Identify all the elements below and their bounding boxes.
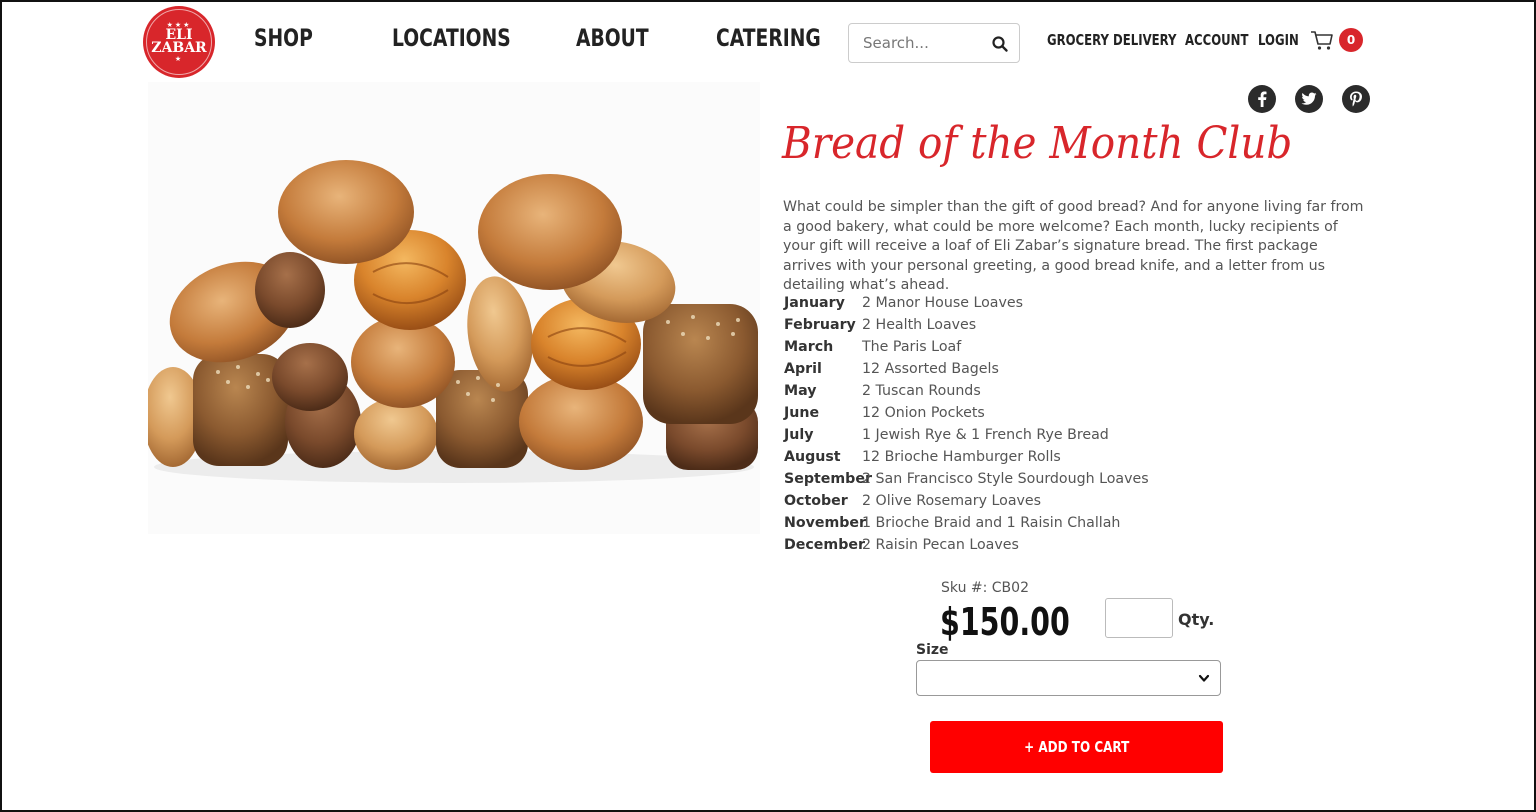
- schedule-month: September: [784, 471, 872, 487]
- schedule-month: March: [784, 339, 834, 355]
- schedule-item: 1 Jewish Rye & 1 French Rye Bread: [862, 427, 1109, 443]
- schedule-row: July 1 Jewish Rye & 1 French Rye Bread: [784, 424, 1149, 446]
- schedule-row: May 2 Tuscan Rounds: [784, 380, 1149, 402]
- add-to-cart-button[interactable]: + ADD TO CART: [930, 721, 1223, 773]
- search-box: [848, 23, 1020, 63]
- price: $150.00: [940, 600, 1070, 644]
- search-input[interactable]: [863, 34, 993, 52]
- schedule-row: April 12 Assorted Bagels: [784, 358, 1149, 380]
- schedule-month: November: [784, 515, 867, 531]
- product-image-bread-pile: [148, 82, 760, 534]
- schedule-item: The Paris Loaf: [862, 339, 962, 355]
- product-description: What could be simpler than the gift of g…: [783, 199, 1364, 293]
- schedule-month: April: [784, 361, 822, 377]
- schedule-item: 12 Brioche Hamburger Rolls: [862, 449, 1061, 465]
- size-label: Size: [916, 642, 949, 658]
- cart-icon[interactable]: [1310, 30, 1334, 52]
- schedule-item: 1 Brioche Braid and 1 Raisin Challah: [862, 515, 1121, 531]
- schedule-row: August 12 Brioche Hamburger Rolls: [784, 446, 1149, 468]
- schedule-month: December: [784, 537, 865, 553]
- cart-count-badge[interactable]: 0: [1339, 28, 1363, 52]
- schedule-item: 2 Olive Rosemary Loaves: [862, 493, 1042, 509]
- schedule-row: February 2 Health Loaves: [784, 314, 1149, 336]
- schedule-row: December 2 Raisin Pecan Loaves: [784, 534, 1149, 556]
- schedule-month: January: [784, 295, 845, 311]
- nav-locations[interactable]: LOCATIONS: [392, 24, 511, 52]
- schedule-month: February: [784, 317, 856, 333]
- schedule-item: 2 Manor House Loaves: [862, 295, 1024, 311]
- schedule-row: March The Paris Loaf: [784, 336, 1149, 358]
- pinterest-icon[interactable]: [1342, 85, 1370, 113]
- nav-about[interactable]: ABOUT: [576, 24, 649, 52]
- schedule-item: 2 San Francisco Style Sourdough Loaves: [862, 471, 1149, 487]
- twitter-icon[interactable]: [1295, 85, 1323, 113]
- schedule-item: 12 Onion Pockets: [862, 405, 985, 421]
- schedule-month: May: [784, 383, 817, 399]
- schedule-item: 2 Raisin Pecan Loaves: [862, 537, 1019, 553]
- schedule-row: September 2 San Francisco Style Sourdough…: [784, 468, 1149, 490]
- login-link[interactable]: LOGIN: [1258, 31, 1299, 49]
- schedule-month: July: [784, 427, 814, 443]
- chevron-down-icon: [1198, 674, 1210, 682]
- schedule-month: October: [784, 493, 848, 509]
- quantity-label: Qty.: [1178, 610, 1215, 629]
- schedule-row: October 2 Olive Rosemary Loaves: [784, 490, 1149, 512]
- quantity-input[interactable]: [1105, 598, 1173, 638]
- search-icon[interactable]: [991, 35, 1009, 53]
- facebook-icon[interactable]: [1248, 85, 1276, 113]
- monthly-schedule: January 2 Manor House Loaves February 2 He…: [784, 292, 1149, 556]
- product-title: Bread of the Month Club: [782, 118, 1293, 169]
- nav-shop[interactable]: SHOP: [254, 24, 313, 52]
- account-link[interactable]: ACCOUNT: [1185, 31, 1248, 49]
- schedule-item: 2 Tuscan Rounds: [862, 383, 981, 399]
- grocery-delivery-link[interactable]: GROCERY DELIVERY: [1047, 31, 1176, 49]
- schedule-month: June: [784, 405, 820, 421]
- schedule-row: June 12 Onion Pockets: [784, 402, 1149, 424]
- schedule-item: 12 Assorted Bagels: [862, 361, 999, 377]
- schedule-month: August: [784, 449, 841, 465]
- sku-label: Sku #: CB02: [941, 580, 1029, 596]
- schedule-row: January 2 Manor House Loaves: [784, 292, 1149, 314]
- schedule-item: 2 Health Loaves: [862, 317, 977, 333]
- schedule-row: November 1 Brioche Braid and 1 Raisin Cha…: [784, 512, 1149, 534]
- logo-ring: [146, 9, 212, 75]
- size-select[interactable]: [916, 660, 1221, 696]
- nav-catering[interactable]: CATERING: [716, 24, 821, 52]
- eli-zabar-logo[interactable]: ★★★ ELI ZABAR ★: [143, 6, 215, 78]
- add-to-cart-label: + ADD TO CART: [1023, 738, 1130, 756]
